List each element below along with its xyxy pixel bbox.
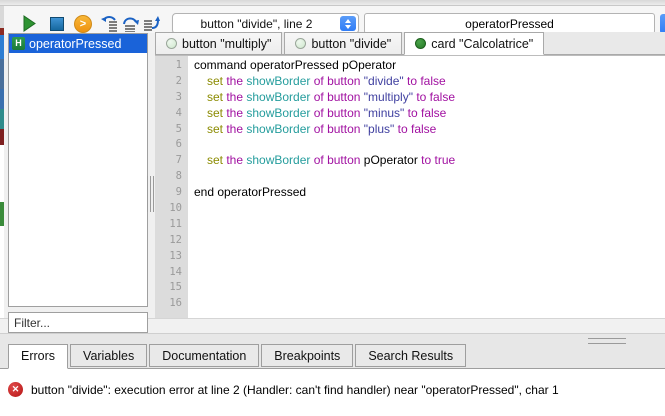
code-line[interactable]	[194, 296, 665, 312]
code-editor: 12345678910111213141516 command operator…	[155, 55, 665, 318]
line-number[interactable]: 1	[155, 58, 188, 74]
script-tab-button-multiply[interactable]: button "multiply"	[155, 32, 282, 54]
up-down-chevrons-icon	[340, 16, 356, 31]
step-out-icon	[142, 15, 161, 32]
tab-search-results[interactable]: Search Results	[355, 344, 466, 367]
line-number[interactable]: 16	[155, 296, 188, 312]
code-lines[interactable]: command operatorPressed pOperatorset the…	[188, 56, 665, 318]
handler-list[interactable]: H operatorPressed	[8, 33, 148, 307]
code-line[interactable]: set the showBorder of button "multiply" …	[194, 90, 665, 106]
sidebar-splitter-handle[interactable]	[147, 176, 155, 212]
line-number[interactable]: 5	[155, 122, 188, 138]
script-tab-label: button "multiply"	[182, 37, 271, 51]
line-number[interactable]: 8	[155, 169, 188, 185]
script-title-field[interactable]	[364, 13, 655, 34]
debug-toolbar: >	[4, 6, 665, 33]
code-line[interactable]: set the showBorder of button "minus" to …	[194, 106, 665, 122]
step-over-button[interactable]	[119, 14, 141, 33]
tab-status-icon	[166, 38, 177, 49]
line-number[interactable]: 3	[155, 90, 188, 106]
line-number[interactable]: 10	[155, 201, 188, 217]
bottom-splitter-handle[interactable]	[588, 338, 626, 344]
tab-documentation[interactable]: Documentation	[149, 344, 259, 367]
tab-variables[interactable]: Variables	[70, 344, 147, 367]
handler-list-item[interactable]: H operatorPressed	[9, 34, 147, 53]
script-tab-card-calcolatrice[interactable]: card "Calcolatrice"	[404, 32, 544, 55]
line-number[interactable]: 6	[155, 137, 188, 153]
tab-status-icon	[295, 38, 306, 49]
handler-badge-icon: H	[12, 37, 25, 50]
line-number[interactable]: 7	[155, 153, 188, 169]
code-line[interactable]	[194, 233, 665, 249]
line-number-gutter[interactable]: 12345678910111213141516	[155, 56, 188, 318]
continue-button[interactable]: >	[72, 14, 94, 33]
step-over-icon	[121, 15, 140, 32]
line-number[interactable]: 11	[155, 217, 188, 233]
tab-breakpoints[interactable]: Breakpoints	[261, 344, 353, 367]
code-line[interactable]	[194, 169, 665, 185]
handler-selector-label: button "divide", line 2	[201, 17, 313, 31]
errors-panel: ✕ button "divide": execution error at li…	[0, 368, 665, 416]
code-line[interactable]	[194, 265, 665, 281]
line-number[interactable]: 2	[155, 74, 188, 90]
filter-input[interactable]	[8, 312, 148, 333]
code-line[interactable]	[194, 249, 665, 265]
handler-selector-dropdown[interactable]: button "divide", line 2	[172, 13, 359, 34]
tab-errors[interactable]: Errors	[8, 344, 68, 369]
tab-status-icon	[415, 38, 426, 49]
bottom-tab-bar: Errors Variables Documentation Breakpoin…	[8, 344, 466, 369]
script-tab-button-divide[interactable]: button "divide"	[284, 32, 402, 54]
code-line[interactable]	[194, 217, 665, 233]
code-line[interactable]: command operatorPressed pOperator	[194, 58, 665, 74]
step-into-button[interactable]	[98, 14, 120, 33]
step-out-button[interactable]	[140, 14, 162, 33]
script-tab-bar: button "multiply" button "divide" card "…	[155, 32, 665, 55]
line-number[interactable]: 12	[155, 233, 188, 249]
code-line[interactable]: set the showBorder of button "plus" to f…	[194, 122, 665, 138]
line-number[interactable]: 15	[155, 280, 188, 296]
script-editor-window: >	[0, 0, 665, 416]
line-number[interactable]: 9	[155, 185, 188, 201]
code-line[interactable]	[194, 137, 665, 153]
line-number[interactable]: 14	[155, 265, 188, 281]
line-number[interactable]: 13	[155, 249, 188, 265]
code-line[interactable]	[194, 280, 665, 296]
code-line[interactable]: end operatorPressed	[194, 185, 665, 201]
continue-icon: >	[74, 15, 92, 33]
run-button[interactable]	[18, 14, 40, 33]
code-line[interactable]	[194, 201, 665, 217]
script-tab-label: button "divide"	[311, 37, 391, 51]
apply-button-partial[interactable]	[660, 14, 665, 34]
code-line[interactable]: set the showBorder of button pOperator t…	[194, 153, 665, 169]
play-icon	[22, 15, 36, 32]
error-message: button "divide": execution error at line…	[31, 383, 559, 397]
code-line[interactable]: set the showBorder of button "divide" to…	[194, 74, 665, 90]
x-circle-icon: ✕	[8, 382, 23, 397]
script-tab-label: card "Calcolatrice"	[431, 37, 533, 51]
stop-button[interactable]	[46, 14, 68, 33]
line-number[interactable]: 4	[155, 106, 188, 122]
step-into-icon	[100, 15, 119, 32]
handler-label: operatorPressed	[29, 37, 121, 51]
stop-icon	[50, 17, 64, 31]
